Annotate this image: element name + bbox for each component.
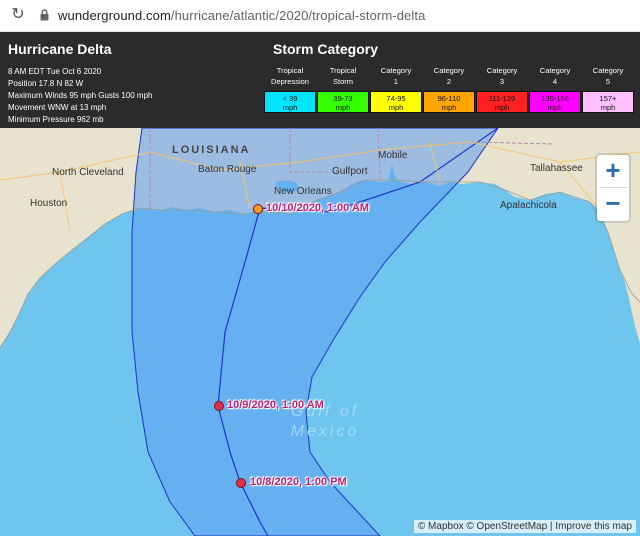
city-apalachicola: Apalachicola [500, 200, 557, 211]
storm-winds: Maximum Winds 95 mph Gusts 100 mph [8, 91, 153, 100]
storm-name: Hurricane Delta [8, 41, 112, 57]
category-range: < 39 [282, 94, 298, 103]
category-label-line2: 4 [552, 77, 558, 86]
category-swatch: < 39 mph [264, 91, 316, 113]
category-tropical-depression: Tropical Depression < 39 mph [264, 65, 316, 113]
category-5: Category 5 157+ mph [582, 65, 634, 113]
category-label-line2: 1 [393, 77, 399, 86]
category-unit: mph [388, 103, 404, 112]
category-label: Category 1 [370, 65, 422, 89]
forecast-point-3[interactable] [236, 478, 246, 488]
category-label-line1: Category [539, 66, 571, 75]
category-label-line1: Category [592, 66, 624, 75]
category-2: Category 2 96-110 mph [423, 65, 475, 113]
storm-details: 8 AM EDT Tue Oct 6 2020 Position 17.8 N … [8, 66, 153, 126]
city-new-orleans: New Orleans [274, 186, 332, 197]
gulf-label-line2: Mexico [290, 423, 360, 440]
category-unit: mph [547, 103, 563, 112]
lock-icon [40, 9, 49, 21]
storm-info-panel: Hurricane Delta 8 AM EDT Tue Oct 6 2020 … [0, 32, 640, 128]
category-label-line2: 5 [605, 77, 611, 86]
category-3: Category 3 111-129 mph [476, 65, 528, 113]
category-label-line1: Tropical [276, 66, 304, 75]
city-houston: Houston [30, 198, 68, 209]
city-tallahassee: Tallahassee [530, 163, 583, 174]
category-swatch: 39-73 mph [317, 91, 369, 113]
category-range: 74-95 [386, 94, 406, 103]
category-range: 111-129 [488, 94, 516, 103]
category-swatch: 157+ mph [582, 91, 634, 113]
category-range: 96-110 [437, 94, 461, 103]
storm-position: Position 17.8 N 82 W [8, 79, 84, 88]
category-label: Category 3 [476, 65, 528, 89]
url-domain: wunderground.com [58, 8, 171, 23]
category-unit: mph [335, 103, 351, 112]
category-swatch: 96-110 mph [423, 91, 475, 113]
category-swatch: 111-129 mph [476, 91, 528, 113]
category-swatch: 130-156 mph [529, 91, 581, 113]
category-range: 157+ [599, 94, 617, 103]
category-4: Category 4 130-156 mph [529, 65, 581, 113]
map-attribution[interactable]: © Mapbox © OpenStreetMap | Improve this … [413, 520, 636, 533]
state-label-louisiana: LOUISIANA [172, 144, 251, 156]
category-label-line1: Tropical [329, 66, 357, 75]
category-unit: mph [441, 103, 457, 112]
storm-movement: Movement WNW at 13 mph [8, 103, 107, 112]
zoom-in-button[interactable]: + [597, 155, 629, 187]
reload-icon[interactable]: ↻ [8, 5, 28, 25]
url-text[interactable]: wunderground.com/hurricane/atlantic/2020… [58, 8, 425, 23]
category-unit: mph [282, 103, 298, 112]
category-label-line2: 3 [499, 77, 505, 86]
zoom-control: + − [597, 155, 629, 221]
city-gulfport: Gulfport [332, 166, 368, 177]
browser-address-bar: ↻ wunderground.com/hurricane/atlantic/20… [0, 0, 640, 32]
forecast-point-label-2: 10/9/2020, 1:00 AM [227, 399, 324, 411]
category-label: Category 5 [582, 65, 634, 89]
category-label-line2: 2 [446, 77, 452, 86]
category-label: Tropical Depression [264, 65, 316, 89]
category-range: 39-73 [333, 94, 353, 103]
category-tropical-storm: Tropical Storm 39-73 mph [317, 65, 369, 113]
legend-title: Storm Category [273, 41, 379, 57]
category-1: Category 1 74-95 mph [370, 65, 422, 113]
storm-time: 8 AM EDT Tue Oct 6 2020 [8, 67, 102, 76]
zoom-out-button[interactable]: − [597, 188, 629, 220]
category-unit: mph [600, 103, 616, 112]
category-label: Tropical Storm [317, 65, 369, 89]
storm-pressure: Minimum Pressure 962 mb [8, 115, 104, 124]
forecast-point-label-3: 10/8/2020, 1:00 PM [250, 476, 347, 488]
forecast-point-1[interactable] [253, 204, 263, 214]
category-unit: mph [494, 103, 510, 112]
category-label-line1: Category [433, 66, 465, 75]
category-label-line2: Depression [271, 77, 309, 86]
city-baton-rouge: Baton Rouge [198, 164, 257, 175]
city-mobile: Mobile [378, 150, 408, 161]
category-label-line1: Category [486, 66, 518, 75]
category-range: 130-156 [541, 94, 569, 103]
city-north-cleveland: North Cleveland [52, 167, 124, 178]
category-label: Category 2 [423, 65, 475, 89]
category-label-line2: Storm [332, 77, 353, 86]
forecast-point-2[interactable] [214, 401, 224, 411]
forecast-point-label-1: 10/10/2020, 1:00 AM [266, 202, 369, 214]
url-path: /hurricane/atlantic/2020/tropical-storm-… [170, 8, 426, 23]
category-label: Category 4 [529, 65, 581, 89]
category-label-line1: Category [380, 66, 412, 75]
category-swatch: 74-95 mph [370, 91, 422, 113]
